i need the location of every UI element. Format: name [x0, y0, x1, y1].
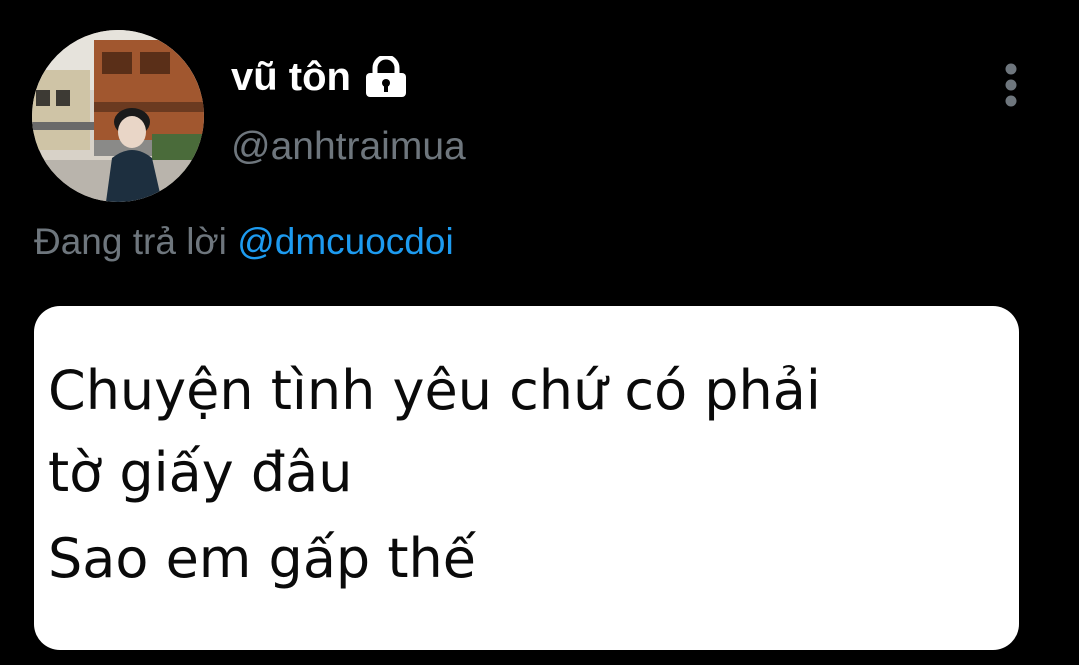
reply-mention-link[interactable]: @dmcuocdoi	[237, 221, 454, 262]
media-text-line: Sao em gấp thế	[48, 527, 476, 590]
more-options-button[interactable]	[990, 60, 1032, 110]
vertical-ellipsis-icon	[1005, 63, 1017, 107]
reply-context: Đang trả lời @dmcuocdoi	[34, 223, 454, 260]
display-name[interactable]: vũ tôn	[231, 57, 351, 97]
avatar[interactable]	[32, 30, 204, 202]
media-text-line: tờ giấy đâu	[48, 441, 353, 504]
user-handle[interactable]: @anhtraimua	[231, 127, 466, 166]
author-name-row: vũ tôn	[231, 52, 409, 102]
media-text-line: Chuyện tình yêu chứ có phải	[48, 359, 821, 422]
reply-prefix: Đang trả lời	[34, 221, 227, 262]
avatar-photo	[32, 30, 204, 202]
lock-icon	[363, 54, 409, 98]
tweet-media-image[interactable]: Chuyện tình yêu chứ có phải tờ giấy đâu …	[34, 306, 1019, 650]
